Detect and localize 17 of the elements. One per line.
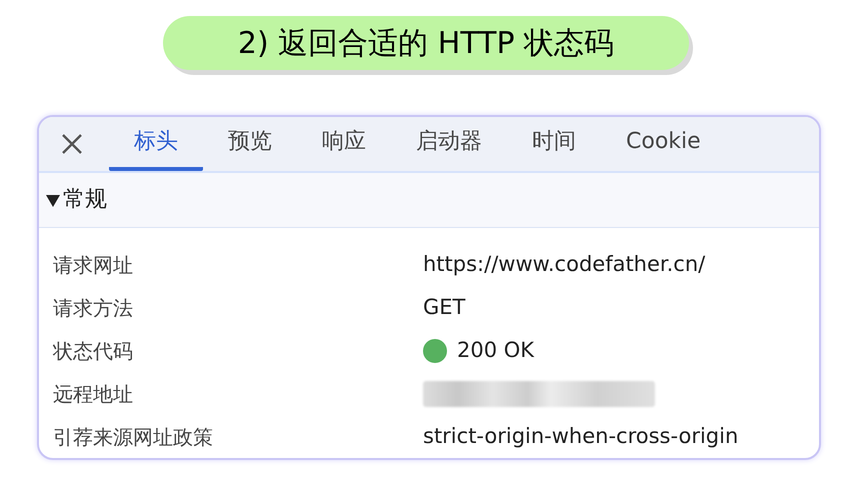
tab[interactable]: 启动器 [391, 117, 507, 171]
field-label: 状态代码 [53, 338, 134, 364]
tab[interactable]: 时间 [507, 117, 601, 171]
field-label: 请求网址 [53, 252, 134, 278]
tab[interactable]: Cookie [601, 117, 726, 171]
field-value: strict-origin-when-cross-origin [423, 422, 738, 450]
field-value: https://www.codefather.cn/ [423, 250, 706, 278]
tab[interactable]: 响应 [297, 117, 391, 171]
field-label: 请求方法 [53, 294, 134, 322]
field-value: GET [423, 294, 466, 321]
tab[interactable]: 预览 [203, 117, 297, 171]
field-value: 200 OK [457, 336, 534, 364]
field-label: 远程地址 [53, 380, 134, 408]
title-banner: 2) 返回合适的 HTTP 状态码 [163, 16, 689, 70]
close-icon[interactable] [61, 132, 83, 155]
field-label: 引荐来源网址政策 [53, 424, 214, 450]
section-header[interactable]: 常规 [39, 172, 819, 228]
